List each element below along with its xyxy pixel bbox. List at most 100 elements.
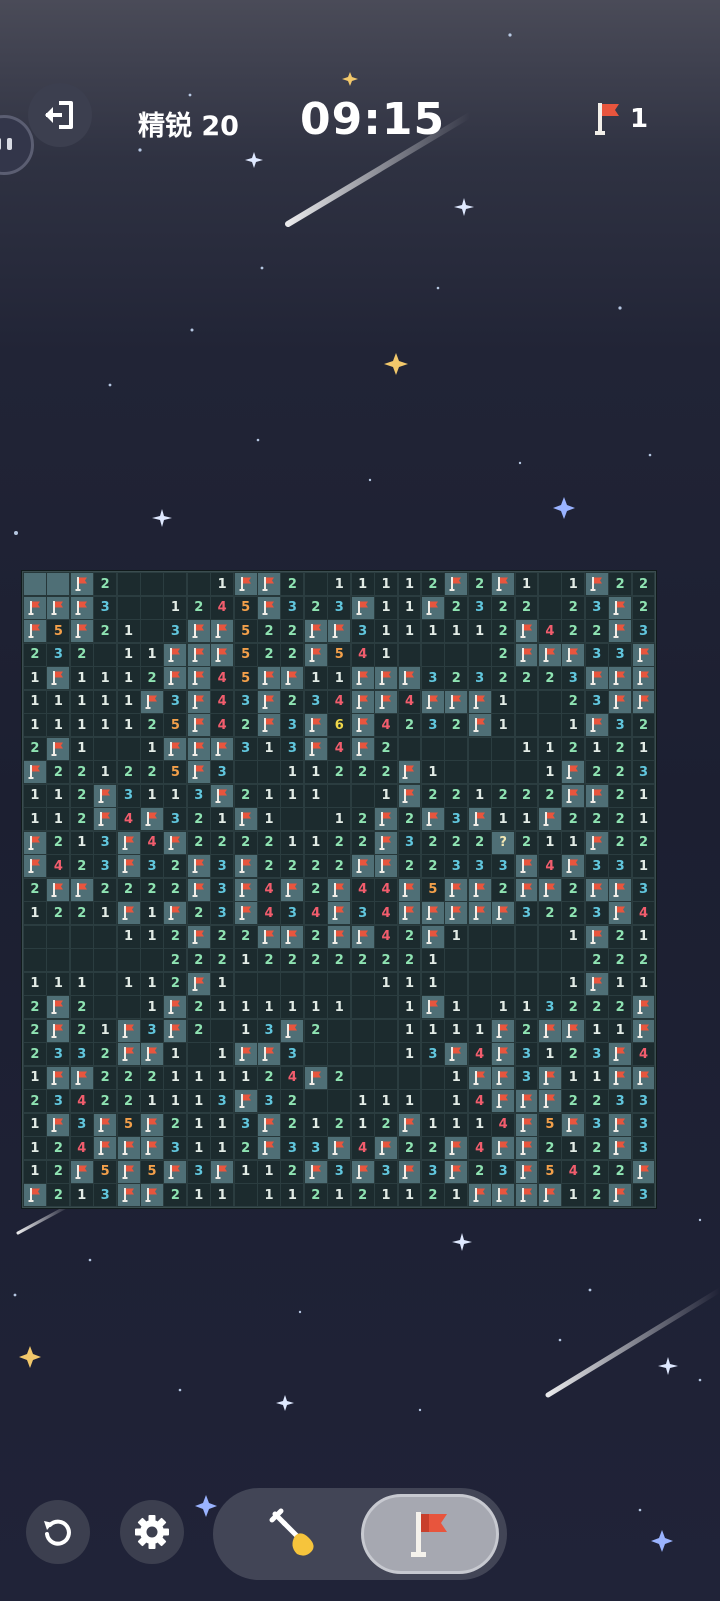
number-cell[interactable]: 2 bbox=[210, 948, 235, 973]
number-cell[interactable]: 2 bbox=[46, 760, 71, 785]
number-cell[interactable]: 5 bbox=[537, 1112, 562, 1137]
number-cell[interactable]: 3 bbox=[140, 854, 164, 879]
number-cell[interactable]: 1 bbox=[374, 971, 399, 996]
number-cell[interactable]: 1 bbox=[280, 995, 305, 1020]
number-cell[interactable]: 1 bbox=[537, 1042, 562, 1067]
empty-cell[interactable] bbox=[491, 971, 516, 996]
number-cell[interactable]: 5 bbox=[420, 877, 445, 902]
number-cell[interactable]: 2 bbox=[608, 995, 633, 1020]
flagged-cell[interactable] bbox=[93, 783, 118, 808]
number-cell[interactable]: 2 bbox=[420, 830, 445, 855]
number-cell[interactable]: 1 bbox=[257, 736, 281, 761]
number-cell[interactable]: 2 bbox=[46, 1183, 71, 1208]
number-cell[interactable]: 5 bbox=[93, 1159, 118, 1184]
flagged-cell[interactable] bbox=[69, 877, 94, 902]
number-cell[interactable]: 2 bbox=[350, 948, 375, 973]
number-cell[interactable]: 1 bbox=[210, 1136, 235, 1161]
flagged-cell[interactable] bbox=[374, 1136, 399, 1161]
number-cell[interactable]: 1 bbox=[23, 901, 47, 926]
number-cell[interactable]: 3 bbox=[561, 666, 586, 691]
empty-cell[interactable] bbox=[210, 1018, 235, 1043]
empty-cell[interactable] bbox=[350, 783, 375, 808]
flagged-cell[interactable] bbox=[140, 1136, 164, 1161]
number-cell[interactable]: 3 bbox=[631, 1112, 656, 1137]
flagged-cell[interactable] bbox=[327, 1136, 352, 1161]
settings-button[interactable] bbox=[120, 1500, 184, 1564]
number-cell[interactable]: 1 bbox=[444, 1183, 469, 1208]
empty-cell[interactable] bbox=[444, 760, 469, 785]
flagged-cell[interactable] bbox=[631, 666, 656, 691]
empty-cell[interactable] bbox=[350, 1018, 375, 1043]
empty-cell[interactable] bbox=[69, 924, 94, 949]
empty-cell[interactable] bbox=[303, 1042, 328, 1067]
number-cell[interactable]: 1 bbox=[140, 736, 164, 761]
number-cell[interactable]: 6 bbox=[327, 713, 352, 738]
flagged-cell[interactable] bbox=[561, 642, 586, 667]
number-cell[interactable]: 1 bbox=[186, 1136, 211, 1161]
flagged-cell[interactable] bbox=[444, 1159, 469, 1184]
empty-cell[interactable] bbox=[93, 948, 118, 973]
number-cell[interactable]: 2 bbox=[561, 901, 586, 926]
flagged-cell[interactable] bbox=[374, 854, 399, 879]
flag-mode-button[interactable] bbox=[361, 1494, 499, 1574]
number-cell[interactable]: 1 bbox=[280, 1183, 305, 1208]
flagged-cell[interactable] bbox=[303, 736, 328, 761]
number-cell[interactable]: 1 bbox=[46, 807, 71, 832]
empty-cell[interactable] bbox=[46, 924, 71, 949]
number-cell[interactable]: 2 bbox=[46, 1159, 71, 1184]
number-cell[interactable]: 1 bbox=[23, 1159, 47, 1184]
number-cell[interactable]: 1 bbox=[397, 971, 422, 996]
flagged-cell[interactable] bbox=[233, 877, 258, 902]
number-cell[interactable]: 2 bbox=[514, 830, 539, 855]
flagged-cell[interactable] bbox=[537, 807, 562, 832]
number-cell[interactable]: 1 bbox=[140, 924, 164, 949]
flagged-cell[interactable] bbox=[467, 713, 492, 738]
empty-cell[interactable] bbox=[303, 572, 328, 597]
number-cell[interactable]: 3 bbox=[467, 666, 492, 691]
number-cell[interactable]: 5 bbox=[46, 619, 71, 644]
number-cell[interactable]: 3 bbox=[163, 807, 188, 832]
number-cell[interactable]: 1 bbox=[116, 619, 141, 644]
number-cell[interactable]: 2 bbox=[186, 948, 211, 973]
number-cell[interactable]: 3 bbox=[69, 1112, 94, 1137]
flagged-cell[interactable] bbox=[608, 689, 633, 714]
number-cell[interactable]: 1 bbox=[116, 689, 141, 714]
number-cell[interactable]: 2 bbox=[467, 830, 492, 855]
number-cell[interactable]: 2 bbox=[93, 1065, 118, 1090]
number-cell[interactable]: 2 bbox=[140, 713, 164, 738]
empty-cell[interactable] bbox=[467, 760, 492, 785]
number-cell[interactable]: 1 bbox=[303, 760, 328, 785]
flagged-cell[interactable] bbox=[116, 1018, 141, 1043]
flagged-cell[interactable] bbox=[327, 924, 352, 949]
empty-cell[interactable] bbox=[397, 642, 422, 667]
number-cell[interactable]: 1 bbox=[303, 830, 328, 855]
flagged-cell[interactable] bbox=[280, 1018, 305, 1043]
number-cell[interactable]: 1 bbox=[69, 830, 94, 855]
number-cell[interactable]: 1 bbox=[350, 1112, 375, 1137]
flagged-cell[interactable] bbox=[631, 689, 656, 714]
flagged-cell[interactable] bbox=[491, 1018, 516, 1043]
number-cell[interactable]: 1 bbox=[233, 1159, 258, 1184]
number-cell[interactable]: 3 bbox=[631, 877, 656, 902]
number-cell[interactable]: 1 bbox=[140, 901, 164, 926]
number-cell[interactable]: 3 bbox=[303, 689, 328, 714]
number-cell[interactable]: 1 bbox=[163, 1065, 188, 1090]
number-cell[interactable]: 2 bbox=[584, 995, 609, 1020]
flagged-cell[interactable] bbox=[46, 736, 71, 761]
flagged-cell[interactable] bbox=[631, 1159, 656, 1184]
flagged-cell[interactable] bbox=[257, 689, 281, 714]
empty-cell[interactable] bbox=[303, 1089, 328, 1114]
number-cell[interactable]: 4 bbox=[467, 1089, 492, 1114]
empty-cell[interactable] bbox=[116, 736, 141, 761]
number-cell[interactable]: 4 bbox=[467, 1042, 492, 1067]
number-cell[interactable]: 2 bbox=[561, 1089, 586, 1114]
number-cell[interactable]: 2 bbox=[69, 642, 94, 667]
mode-toggle[interactable] bbox=[213, 1488, 507, 1580]
flagged-cell[interactable] bbox=[584, 713, 609, 738]
number-cell[interactable]: 3 bbox=[210, 901, 235, 926]
number-cell[interactable]: 2 bbox=[631, 948, 656, 973]
flagged-cell[interactable] bbox=[491, 1065, 516, 1090]
flagged-cell[interactable] bbox=[280, 666, 305, 691]
flagged-cell[interactable] bbox=[69, 572, 94, 597]
flagged-cell[interactable] bbox=[350, 924, 375, 949]
